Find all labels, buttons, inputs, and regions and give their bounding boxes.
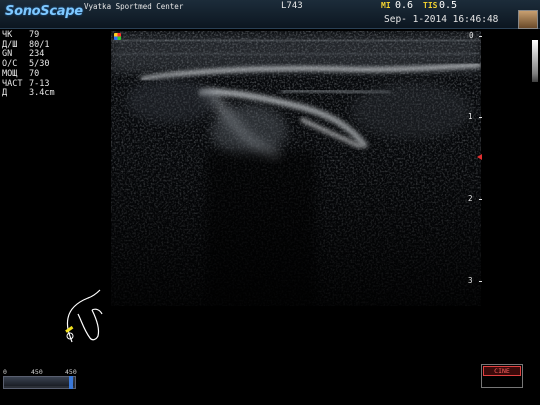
focus-marker-icon[interactable]: [477, 154, 482, 160]
depth-label-1: 1: [468, 112, 473, 121]
ultrasound-scan: [111, 31, 481, 306]
date-time: Sep- 1-2014 16:46:48: [384, 14, 499, 25]
depth-label-2: 2: [468, 194, 473, 203]
imaging-parameters: ЧК 79 Д/Ш 80/1 GN 234 О/С 5/30 МОЩ 70 ЧАСТ 7-1…: [2, 30, 55, 99]
depth-label-0: 0: [469, 31, 474, 40]
depth-label-3: 3: [468, 276, 473, 285]
param-value: 5/30: [29, 59, 50, 70]
depth-tick: [479, 199, 482, 200]
param-value: 7-13: [29, 78, 50, 89]
scroll-max-label: 450: [65, 368, 77, 376]
scroll-fill: [4, 377, 74, 386]
param-value: 3.4cm: [29, 88, 55, 99]
cine-scrollbar[interactable]: 0 450 450: [3, 368, 77, 389]
ultrasound-image[interactable]: [111, 31, 481, 306]
param-row: Д 3.4cm: [2, 88, 55, 99]
scroll-mid-label: 450: [31, 368, 43, 376]
param-key: Д: [2, 88, 8, 99]
param-value: 79: [29, 30, 40, 40]
depth-tick: [479, 36, 482, 37]
user-avatar-icon[interactable]: [518, 10, 538, 29]
orientation-marker-icon: [114, 33, 121, 40]
brand-logo: SonoScape: [5, 4, 83, 19]
grayscale-bar: [532, 40, 538, 82]
cine-button[interactable]: CINE: [481, 364, 523, 388]
tis-value: 0.5: [439, 0, 458, 11]
probe-name: L743: [281, 1, 303, 11]
tis-label: TIS: [423, 1, 438, 10]
scroll-handle[interactable]: [69, 376, 73, 389]
depth-tick: [479, 117, 482, 118]
cine-label: CINE: [483, 366, 521, 376]
scroll-min-label: 0: [3, 368, 7, 376]
mi-label: MI: [381, 1, 391, 10]
shoulder-bodymark-icon[interactable]: [60, 288, 110, 348]
top-bar: SonoScape Vyatka Sportmed Center L743 MI…: [0, 0, 540, 29]
institution-name: Vyatka Sportmed Center: [84, 2, 184, 11]
param-value: 234: [29, 49, 45, 60]
mi-value: 0.6: [395, 0, 414, 11]
param-value: 80/1: [29, 39, 50, 50]
param-value: 70: [29, 68, 40, 79]
depth-tick: [479, 281, 482, 282]
